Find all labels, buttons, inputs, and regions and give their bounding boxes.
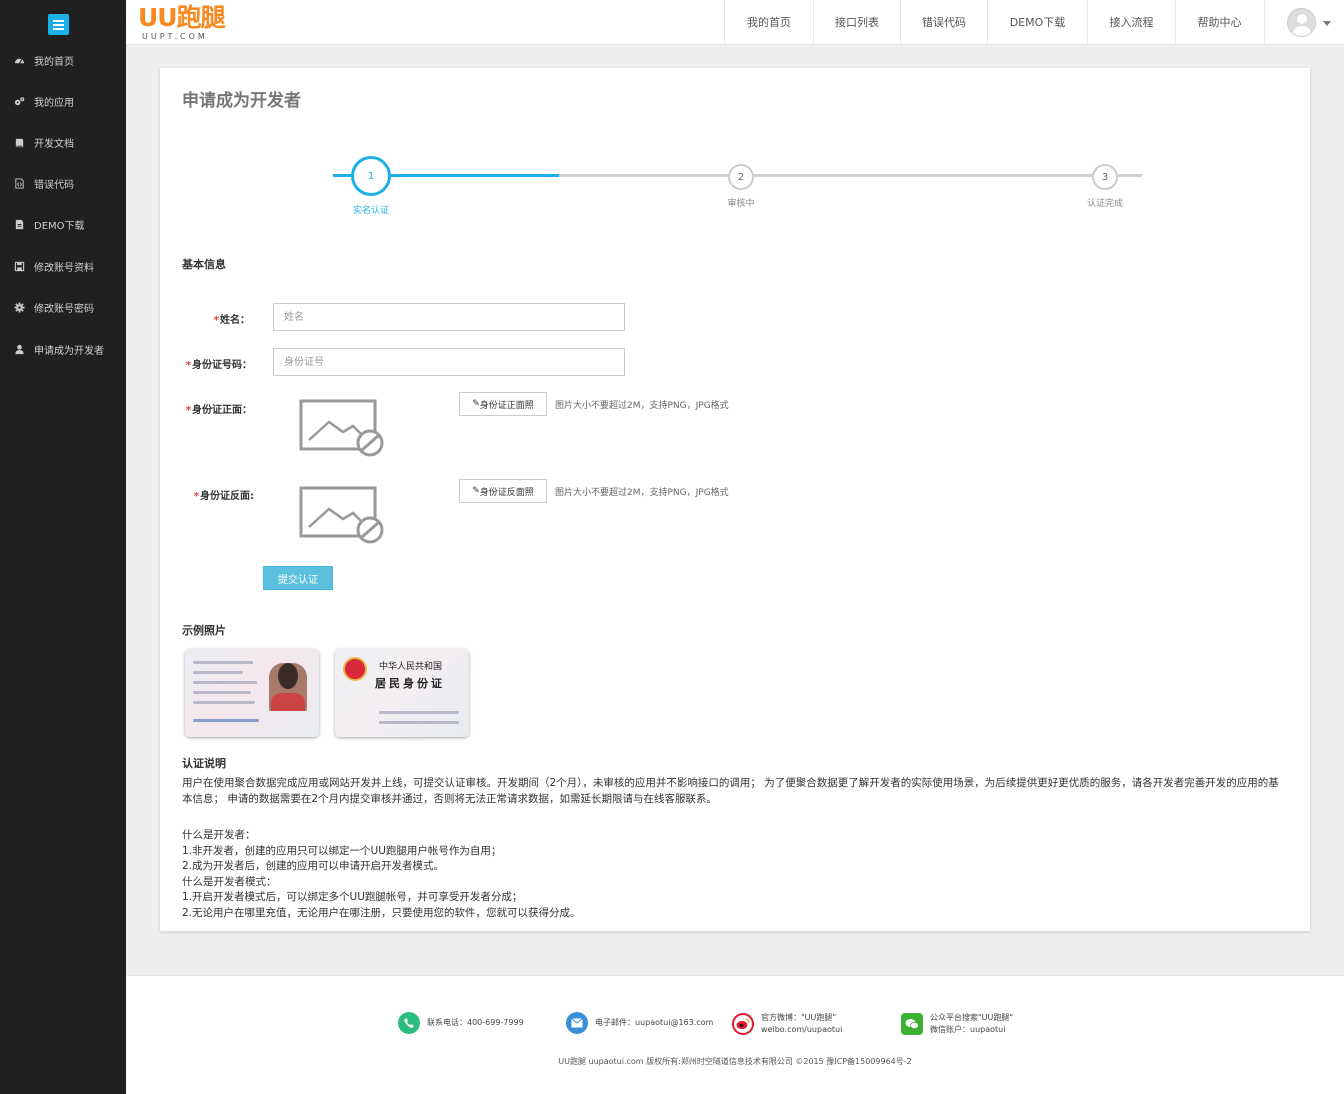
page-title: 申请成为开发者	[182, 91, 301, 111]
note-line: 1.非开发者，创建的应用只可以绑定一个UU跑腿用户帐号作为自用；	[182, 844, 502, 857]
example-photos-title: 示例照片	[182, 624, 226, 637]
nav-api-list[interactable]: 接口列表	[813, 0, 900, 44]
sidebar-item-label: 申请成为开发者	[34, 345, 104, 357]
id-number-label: *身份证号码：	[185, 360, 252, 371]
step-line-inactive	[559, 174, 1142, 177]
nav-demo-download[interactable]: DEMO下载	[987, 0, 1087, 44]
paperclip-icon: ✎	[472, 486, 480, 496]
sidebar-item-become-developer[interactable]: 申请成为开发者	[0, 334, 126, 364]
note-title: 认证说明	[182, 757, 226, 770]
sidebar-item-label: 我的应用	[34, 97, 74, 109]
main-card: 申请成为开发者 1 实名认证 2 审核中 3 认证完成 基本信息 *姓名： *身…	[160, 68, 1310, 931]
copyright: UU跑腿 uupaotui.com 版权所有:郑州时空隧道信息技术有限公司 ©2…	[558, 1057, 912, 1066]
avatar[interactable]	[1287, 8, 1316, 37]
sidebar-item-error-codes[interactable]: 错误代码	[0, 168, 126, 198]
footer: 联系电话：400-699-7999 电子邮件：uupaotui@163.com …	[126, 975, 1344, 1094]
sidebar-item-docs[interactable]: 开发文档	[0, 127, 126, 157]
nav-error-codes[interactable]: 错误代码	[900, 0, 987, 44]
sidebar-item-change-password[interactable]: 修改账号密码	[0, 292, 126, 322]
id-back-heading: 居民身份证	[375, 677, 445, 690]
id-front-upload-button[interactable]: ✎ 身份证正面照	[459, 392, 547, 416]
sidebar: 我的首页 我的应用 开发文档 错误代码 DEMO下载 修改账号资料 修改账号密码…	[0, 0, 126, 1094]
national-emblem-icon	[343, 657, 367, 681]
file-code-icon	[13, 177, 25, 189]
submit-button[interactable]: 提交认证	[263, 566, 333, 590]
name-input[interactable]	[273, 303, 625, 331]
top-nav: 我的首页 接口列表 错误代码 DEMO下载 接入流程 帮助中心	[724, 0, 1263, 44]
id-number-input[interactable]	[273, 348, 625, 376]
note-line: 2.成为开发者后，创建的应用可以申请开启开发者模式。	[182, 860, 445, 872]
sidebar-item-demo[interactable]: DEMO下载	[0, 209, 126, 239]
footer-wechat: 公众平台搜索"UU跑腿" 微信账户：uupaotui	[901, 1012, 1013, 1036]
note-paragraph: 用户在使用聚合数据完成应用或网站开发并上线，可提交认证审核。开发期间（2个月），…	[182, 777, 1279, 805]
save-icon	[13, 260, 25, 272]
paperclip-icon: ✎	[472, 399, 480, 409]
step-3-label: 认证完成	[1086, 199, 1123, 209]
wechat-icon	[901, 1013, 923, 1035]
top-header: UU跑腿 UUPT.COM 我的首页 接口列表 错误代码 DEMO下载 接入流程…	[126, 0, 1344, 45]
id-back-upload-button[interactable]: ✎ 身份证反面照	[459, 479, 547, 503]
example-id-front	[185, 649, 319, 737]
sidebar-item-label: 我的首页	[34, 56, 74, 68]
note-line: 1.开启开发者模式后，可以绑定多个UU跑腿帐号，并可享受开发者分成；	[182, 891, 523, 903]
note-line: 什么是开发者：	[182, 829, 256, 841]
note-line: 什么是开发者模式：	[182, 875, 277, 888]
step-1-circle: 1	[351, 156, 391, 196]
chevron-down-icon[interactable]	[1323, 21, 1331, 26]
step-2-label: 审核中	[727, 199, 755, 209]
file-download-icon	[13, 218, 25, 230]
logo-subtitle: UUPT.COM	[142, 32, 208, 41]
sidebar-item-label: 修改账号密码	[34, 303, 94, 315]
menu-toggle-icon[interactable]	[48, 14, 69, 35]
sidebar-item-label: DEMO下载	[34, 220, 85, 232]
id-front-label: *身份证正面：	[185, 405, 252, 416]
step-2-circle: 2	[728, 164, 754, 190]
basic-info-title: 基本信息	[182, 258, 226, 271]
image-placeholder-icon	[299, 399, 384, 457]
gear-icon	[13, 301, 25, 313]
user-menu[interactable]	[1264, 0, 1344, 44]
note-details: 什么是开发者： 1.非开发者，创建的应用只可以绑定一个UU跑腿用户帐号作为自用；…	[182, 828, 1287, 921]
phone-icon	[398, 1012, 420, 1034]
weibo-icon	[732, 1013, 754, 1035]
sidebar-item-label: 开发文档	[34, 138, 74, 150]
logo-text: UU跑腿	[138, 3, 226, 32]
step-1-label: 实名认证	[352, 206, 389, 216]
book-icon	[13, 136, 25, 148]
logo[interactable]: UU跑腿 UUPT.COM	[138, 4, 238, 42]
nav-help-center[interactable]: 帮助中心	[1175, 0, 1263, 44]
id-front-hint: 图片大小不要超过2M，支持PNG，JPG格式	[555, 401, 729, 411]
gears-icon	[13, 95, 25, 107]
step-3-circle: 3	[1092, 164, 1118, 190]
footer-phone: 联系电话：400-699-7999	[398, 1012, 524, 1034]
dashboard-icon	[13, 54, 25, 66]
example-id-back: 中华人民共和国 居民身份证	[335, 649, 469, 737]
sidebar-item-apps[interactable]: 我的应用	[0, 86, 126, 116]
mail-icon	[566, 1012, 588, 1034]
nav-home[interactable]: 我的首页	[724, 0, 813, 44]
nav-integration-flow[interactable]: 接入流程	[1087, 0, 1175, 44]
id-back-label: *身份证反面:	[193, 491, 254, 502]
sidebar-item-home[interactable]: 我的首页	[0, 45, 126, 75]
footer-email: 电子邮件：uupaotui@163.com	[566, 1012, 713, 1034]
sidebar-item-edit-profile[interactable]: 修改账号资料	[0, 251, 126, 281]
sidebar-item-label: 错误代码	[34, 179, 74, 191]
sidebar-item-label: 修改账号资料	[34, 262, 94, 274]
note-line: 2.无论用户在哪里充值，无论用户在哪注册，只要使用您的软件，您就可以获得分成。	[182, 906, 581, 919]
user-icon	[13, 343, 25, 355]
name-label: *姓名：	[213, 315, 250, 326]
image-placeholder-icon	[299, 486, 384, 544]
id-back-title: 中华人民共和国	[379, 662, 443, 672]
footer-weibo: 官方微博："UU跑腿" weibo.com/uupaotui	[732, 1012, 842, 1036]
id-back-hint: 图片大小不要超过2M，支持PNG，JPG格式	[555, 488, 729, 498]
